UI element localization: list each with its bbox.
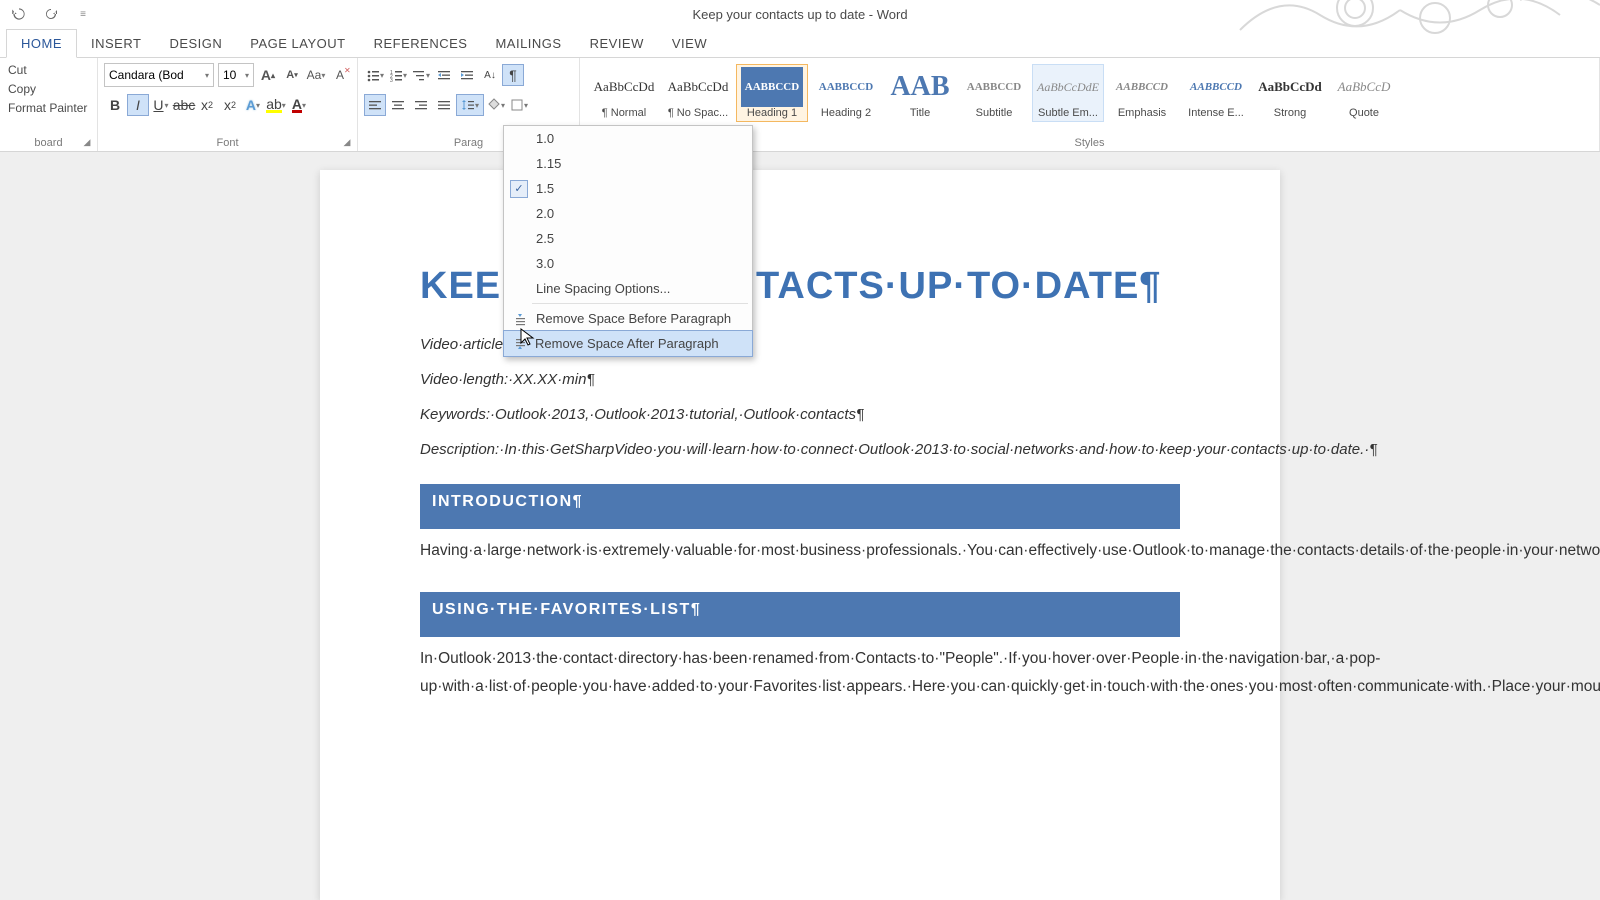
underline-button[interactable]: U▾ (150, 94, 172, 116)
subscript-button[interactable]: x2 (196, 94, 218, 116)
tab-references[interactable]: REFERENCES (360, 30, 482, 57)
heading-favorites[interactable]: USING·THE·FAVORITES·LIST¶ (420, 592, 1180, 637)
line-spacing-2.0[interactable]: 2.0 (504, 201, 752, 226)
style--normal[interactable]: AaBbCcDd¶ Normal (588, 64, 660, 122)
style--no-spac-[interactable]: AaBbCcDd¶ No Spac... (662, 64, 734, 122)
font-color-button[interactable]: A▾ (288, 94, 310, 116)
multilevel-button[interactable]: ▾ (410, 64, 432, 86)
undo-button[interactable] (8, 3, 30, 25)
title-bar: ≡ Keep your contacts up to date - Word (0, 0, 1600, 28)
style-emphasis[interactable]: AABBCCDEmphasis (1106, 64, 1178, 122)
line-spacing-2.5[interactable]: 2.5 (504, 226, 752, 251)
tab-home[interactable]: HOME (6, 29, 77, 58)
font-launcher[interactable]: ◢ (341, 137, 353, 149)
superscript-button[interactable]: x2 (219, 94, 241, 116)
heading-introduction[interactable]: INTRODUCTION¶ (420, 484, 1180, 529)
shrink-font-button[interactable]: A▾ (282, 64, 302, 86)
qat-customize[interactable]: ≡ (72, 3, 94, 25)
meta-line[interactable]: Video·length:·XX.XX·min¶ (420, 371, 1180, 388)
borders-button[interactable]: ▾ (508, 94, 530, 116)
style-heading-2[interactable]: AABBCCDHeading 2 (810, 64, 882, 122)
group-clipboard: Cut Copy Format Painter board◢ (0, 58, 98, 151)
tab-page-layout[interactable]: PAGE LAYOUT (236, 30, 359, 57)
line-spacing-dropdown: 1.01.15✓1.52.02.53.0 Line Spacing Option… (503, 125, 753, 357)
bold-button[interactable]: B (104, 94, 126, 116)
svg-text:3: 3 (390, 78, 393, 82)
line-spacing-button[interactable]: ▾ (456, 94, 484, 116)
tab-view[interactable]: VIEW (658, 30, 721, 57)
line-spacing-1.0[interactable]: 1.0 (504, 126, 752, 151)
copy-button[interactable]: Copy (6, 81, 91, 97)
style-quote[interactable]: AaBbCcDQuote (1328, 64, 1400, 122)
meta-line[interactable]: Keywords:·Outlook·2013,·Outlook·2013·tut… (420, 406, 1180, 423)
strikethrough-button[interactable]: abc (173, 94, 195, 116)
group-font: Candara (Bod▾ 10▾ A▴ A▾ Aa▾ A✕ B I U▾ ab… (98, 58, 358, 151)
meta-line[interactable]: Description:·In·this·GetSharpVideo·you·w… (420, 441, 1180, 458)
font-name-combo[interactable]: Candara (Bod▾ (104, 63, 214, 87)
align-center-button[interactable] (387, 94, 409, 116)
window-title: Keep your contacts up to date - Word (692, 7, 907, 22)
style-strong[interactable]: AaBbCcDdStrong (1254, 64, 1326, 122)
cut-button[interactable]: Cut (6, 62, 91, 78)
show-hide-button[interactable]: ¶ (502, 64, 524, 86)
remove-after-icon (512, 336, 528, 352)
align-right-button[interactable] (410, 94, 432, 116)
line-spacing-1.5[interactable]: ✓1.5 (504, 176, 752, 201)
grow-font-button[interactable]: A▴ (258, 64, 278, 86)
tab-design[interactable]: DESIGN (155, 30, 236, 57)
document-area[interactable]: KEEP·YOUR·CONTACTS·UP·TO·DATE¶ Video·art… (0, 152, 1600, 900)
decrease-indent-button[interactable] (433, 64, 455, 86)
ribbon: Cut Copy Format Painter board◢ Candara (… (0, 58, 1600, 152)
clipboard-launcher[interactable]: ◢ (81, 137, 93, 149)
redo-button[interactable] (40, 3, 62, 25)
decorative-flourish (1220, 0, 1600, 50)
align-left-button[interactable] (364, 94, 386, 116)
highlight-button[interactable]: ab▾ (265, 94, 287, 116)
justify-button[interactable] (433, 94, 455, 116)
tab-mailings[interactable]: MAILINGS (481, 30, 575, 57)
style-title[interactable]: AABTitle (884, 64, 956, 122)
group-label-clipboard: board◢ (6, 137, 91, 151)
numbering-button[interactable]: 123▾ (387, 64, 409, 86)
tab-insert[interactable]: INSERT (77, 30, 155, 57)
text-effects-button[interactable]: A▾ (242, 94, 264, 116)
format-painter-button[interactable]: Format Painter (6, 100, 91, 116)
bullets-button[interactable]: ▾ (364, 64, 386, 86)
style-subtle-em-[interactable]: AaBbCcDdESubtle Em... (1032, 64, 1104, 122)
shading-button[interactable]: ▾ (485, 94, 507, 116)
remove-space-after-item[interactable]: Remove Space After Paragraph (503, 330, 753, 357)
body-paragraph[interactable]: Having·a·large·network·is·extremely·valu… (420, 537, 1180, 566)
page[interactable]: KEEP·YOUR·CONTACTS·UP·TO·DATE¶ Video·art… (320, 170, 1280, 900)
increase-indent-button[interactable] (456, 64, 478, 86)
style-subtitle[interactable]: AABBCCDSubtitle (958, 64, 1030, 122)
font-size-combo[interactable]: 10▾ (218, 63, 254, 87)
group-label-font: Font◢ (104, 137, 351, 151)
tab-review[interactable]: REVIEW (576, 30, 658, 57)
line-spacing-1.15[interactable]: 1.15 (504, 151, 752, 176)
clear-formatting-button[interactable]: A✕ (330, 64, 350, 86)
style-heading-1[interactable]: AABBCCDHeading 1 (736, 64, 808, 122)
line-spacing-options-item[interactable]: Line Spacing Options... (504, 276, 752, 301)
remove-before-icon (512, 311, 528, 327)
change-case-button[interactable]: Aa▾ (306, 64, 326, 86)
italic-button[interactable]: I (127, 94, 149, 116)
style-intense-e-[interactable]: AABBCCDIntense E... (1180, 64, 1252, 122)
line-spacing-3.0[interactable]: 3.0 (504, 251, 752, 276)
body-paragraph[interactable]: In·Outlook·2013·the·contact·directory·ha… (420, 645, 1180, 702)
remove-space-before-item[interactable]: Remove Space Before Paragraph (504, 306, 752, 331)
sort-button[interactable]: A↓ (479, 64, 501, 86)
